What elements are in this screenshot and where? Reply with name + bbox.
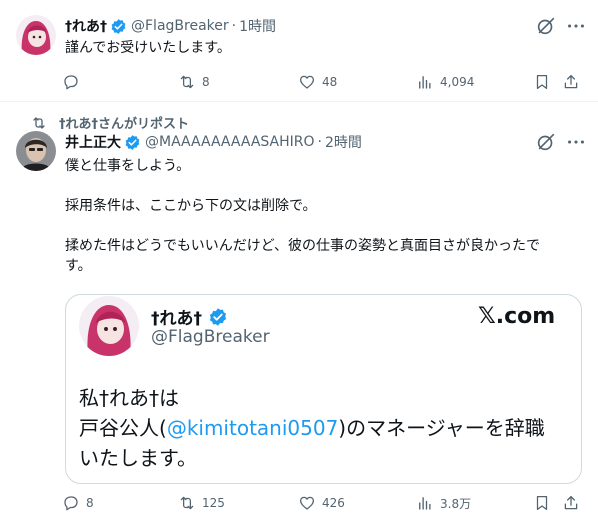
tweet-header: 井上正大 @MAAAAAAAAASAHIRO · 2時間: [65, 132, 362, 152]
mention-link[interactable]: @kimitotani0507: [167, 416, 338, 440]
card-name-text: †れあ†: [151, 309, 202, 329]
tweet-text-line: 揉めた件はどうでもいいんだけど、彼の仕事の姿勢と真面目さが良かったで: [65, 238, 541, 254]
card-text-segment: )のマネージャーを辞職: [338, 416, 545, 440]
embedded-card[interactable]: †れあ† @FlagBreaker 𝕏.com 私†れあ†は 戸谷公人(@kim…: [65, 294, 582, 484]
repost-banner[interactable]: †れあ†さんがリポスト: [31, 113, 189, 132]
tweet-text-line: 採用条件は、ここから下の文は削除で。: [65, 198, 317, 214]
like-count: 426: [322, 496, 345, 510]
bookmark-button[interactable]: [533, 494, 557, 512]
card-text-line: いたします。: [79, 446, 197, 470]
reply-button[interactable]: 8: [62, 494, 94, 512]
tweet-text-line: 僕と仕事をしよう。: [65, 158, 191, 174]
verified-badge-icon: [208, 307, 228, 327]
views-icon: [419, 497, 431, 510]
x-logo: 𝕏.com: [478, 304, 556, 329]
card-text-line: 私†れあ†は: [79, 386, 179, 410]
card-text-segment: 戸谷公人(: [79, 416, 167, 440]
retweet-icon: [180, 496, 194, 510]
reply-icon: [64, 496, 78, 511]
bookmark-icon: [536, 495, 548, 511]
card-display-name: †れあ†: [151, 304, 232, 329]
share-button[interactable]: [562, 494, 586, 512]
retweet-button[interactable]: 125: [178, 494, 225, 512]
separator-dot: ·: [317, 134, 322, 150]
retweet-count: 125: [202, 496, 225, 510]
card-avatar: [79, 296, 139, 356]
like-button[interactable]: 426: [298, 494, 345, 512]
share-icon: [564, 495, 578, 510]
like-icon: [299, 496, 315, 510]
display-name[interactable]: 井上正大: [65, 132, 121, 152]
timestamp[interactable]: 2時間: [325, 132, 362, 152]
grok-icon[interactable]: [535, 131, 557, 153]
card-text-line: 戸谷公人(@kimitotani0507)のマネージャーを辞職: [79, 413, 574, 443]
tweet-2[interactable]: †れあ†さんがリポスト 井上正大 @MAAAAAAAAASAHIRO · 2時間…: [0, 0, 598, 530]
tweet-text-line: す。: [65, 258, 92, 274]
avatar[interactable]: [16, 131, 56, 171]
action-bar: 8 125 426 3.8万: [62, 494, 582, 516]
card-handle: @FlagBreaker: [151, 327, 270, 347]
views-button[interactable]: 3.8万: [416, 494, 471, 512]
reply-count: 8: [86, 496, 94, 510]
tweet-text: 僕と仕事をしよう。 採用条件は、ここから下の文は削除で。 揉めた件はどうでもいい…: [65, 156, 585, 276]
verified-badge-icon: [124, 134, 141, 151]
more-icon[interactable]: [565, 131, 587, 153]
handle[interactable]: @MAAAAAAAAASAHIRO: [145, 134, 315, 150]
repost-banner-text: †れあ†さんがリポスト: [59, 117, 190, 132]
retweet-icon: [33, 116, 45, 129]
views-count: 3.8万: [440, 496, 472, 511]
card-text: 私†れあ†は 戸谷公人(@kimitotani0507)のマネージャーを辞職 い…: [79, 383, 574, 473]
